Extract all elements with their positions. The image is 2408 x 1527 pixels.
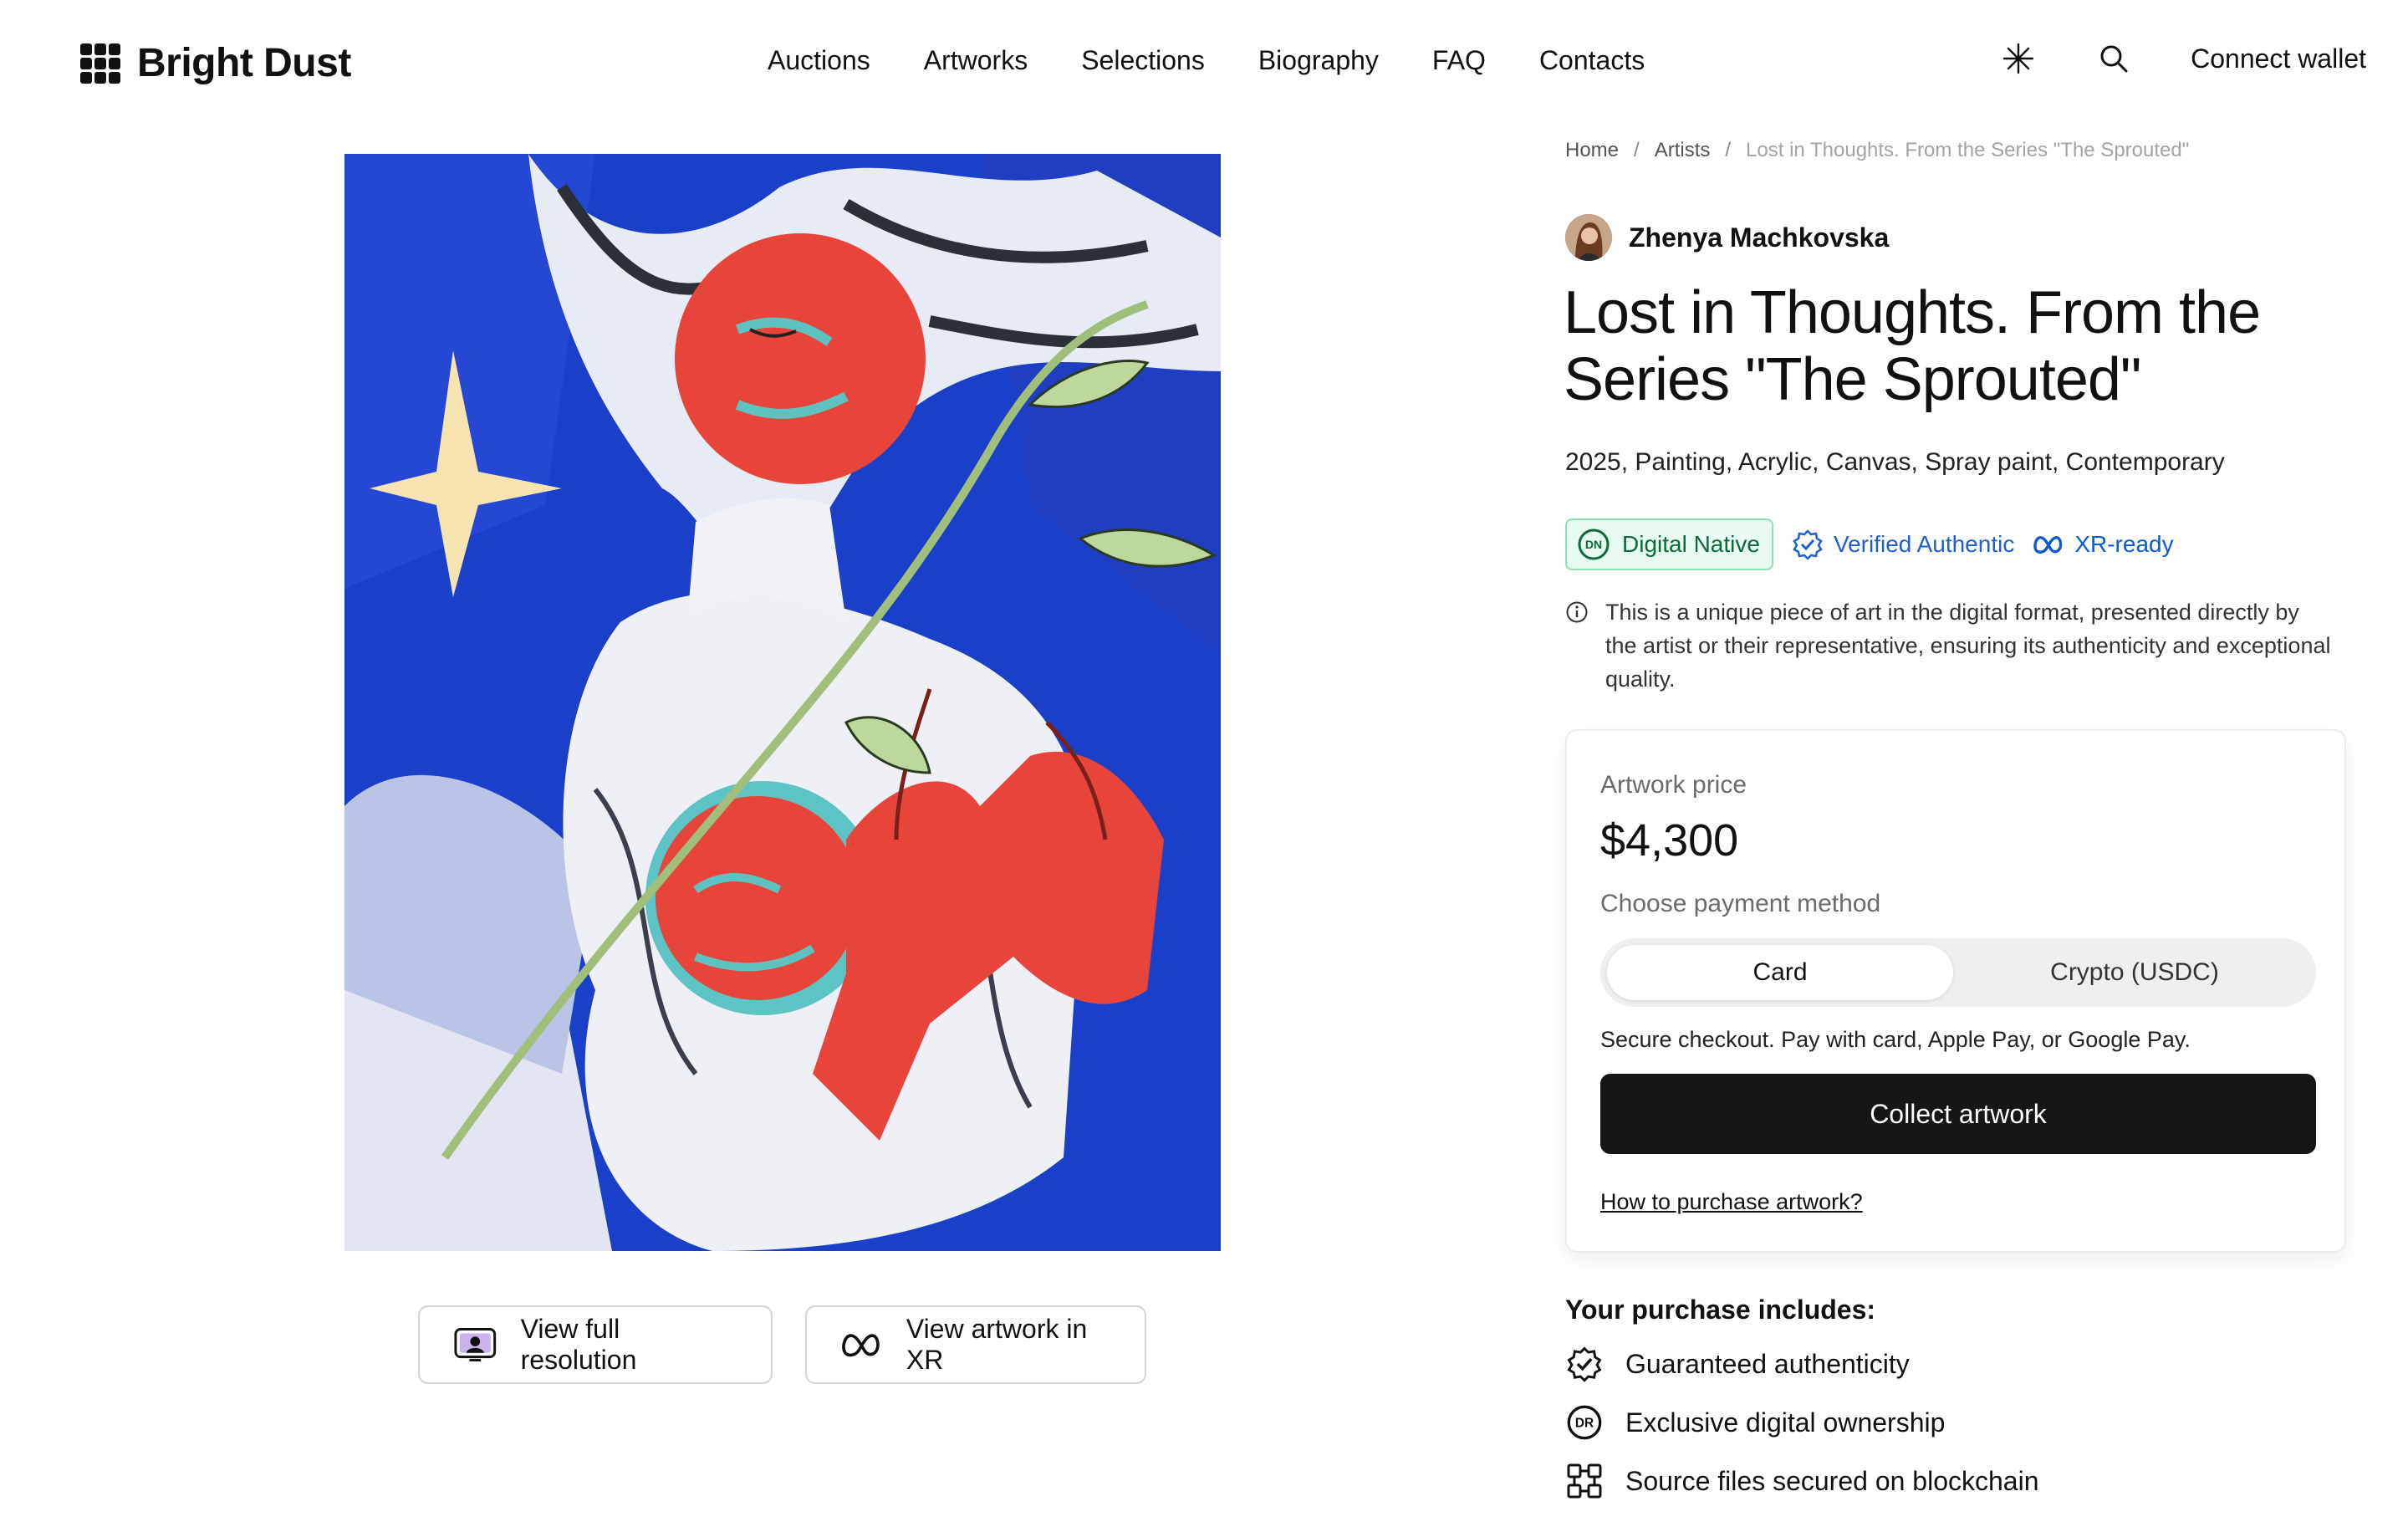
artwork-meta: 2025, Painting, Acrylic, Canvas, Spray p…: [1565, 448, 2225, 476]
brand-logo[interactable]: Bright Dust: [80, 40, 351, 86]
logo-mark-icon: [80, 43, 120, 84]
meta-infinity-icon: [2033, 536, 2063, 554]
artwork-image[interactable]: [344, 154, 1221, 1251]
digital-format-note: This is a unique piece of art in the dig…: [1565, 595, 2334, 696]
dr-mark: DR: [1575, 1417, 1594, 1431]
view-full-resolution-button[interactable]: View full resolution: [418, 1305, 773, 1384]
sparkle-icon[interactable]: [2000, 40, 2037, 77]
verified-authentic-label: Verified Authentic: [1833, 531, 2015, 557]
dn-icon: DN: [1578, 529, 1610, 560]
artwork-title: Lost in Thoughts. From the Series "The S…: [1564, 279, 2261, 413]
payment-method-toggle: Card Crypto (USDC): [1600, 938, 2316, 1007]
connect-wallet-button[interactable]: Connect wallet: [2191, 43, 2366, 74]
fullscreen-viewer-icon: [454, 1328, 497, 1361]
include-blockchain: Source files secured on blockchain: [1625, 1465, 2039, 1496]
view-in-xr-label: View artwork in XR: [906, 1314, 1088, 1375]
price-label: Artwork price: [1600, 771, 1747, 799]
purchase-includes-list: Guaranteed authenticity DR Exclusive dig…: [1565, 1345, 2039, 1500]
list-item: Source files secured on blockchain: [1565, 1462, 2039, 1500]
verified-badge-icon: [1565, 1345, 1604, 1383]
header-actions: Connect wallet: [2000, 40, 2366, 77]
artwork-badges: DN Digital Native Verified Authentic XR-…: [1565, 518, 2174, 570]
breadcrumb-separator: /: [1634, 139, 1640, 161]
collect-artwork-button[interactable]: Collect artwork: [1600, 1074, 2316, 1154]
digital-native-badge: DN Digital Native: [1565, 518, 1773, 570]
main-nav: Auctions Artworks Selections Biography F…: [768, 45, 1645, 76]
xr-ready-badge: XR-ready: [2033, 531, 2174, 558]
digital-format-text: This is a unique piece of art in the dig…: [1605, 600, 2331, 692]
breadcrumb: Home / Artists / Lost in Thoughts. From …: [1565, 139, 2189, 162]
artwork-price: $4,300: [1600, 815, 1739, 866]
payment-option-crypto[interactable]: Crypto (USDC): [1960, 945, 2309, 1000]
artist-name: Zhenya Machkovska: [1629, 222, 1890, 253]
digital-native-label: Digital Native: [1622, 531, 1760, 557]
meta-infinity-icon: [842, 1334, 880, 1357]
purchase-card: Artwork price $4,300 Choose payment meth…: [1565, 729, 2346, 1253]
breadcrumb-current: Lost in Thoughts. From the Series "The S…: [1746, 139, 2190, 161]
xr-ready-label: XR-ready: [2074, 531, 2174, 557]
payment-option-card[interactable]: Card: [1607, 945, 1953, 1000]
payment-method-label: Choose payment method: [1600, 890, 1881, 917]
nav-auctions[interactable]: Auctions: [768, 45, 870, 76]
include-ownership: Exclusive digital ownership: [1625, 1407, 1946, 1438]
dr-icon: DR: [1565, 1403, 1604, 1442]
artist-avatar: [1565, 214, 1612, 261]
breadcrumb-separator: /: [1725, 139, 1732, 161]
nav-contacts[interactable]: Contacts: [1539, 45, 1645, 76]
secure-checkout-text: Secure checkout. Pay with card, Apple Pa…: [1600, 1027, 2191, 1052]
include-authenticity: Guaranteed authenticity: [1625, 1348, 1910, 1379]
nav-faq[interactable]: FAQ: [1432, 45, 1486, 76]
purchase-includes-title: Your purchase includes:: [1565, 1295, 1876, 1325]
nav-biography[interactable]: Biography: [1258, 45, 1379, 76]
nav-selections[interactable]: Selections: [1081, 45, 1205, 76]
verified-badge-icon: [1793, 529, 1823, 560]
verified-authentic-badge: Verified Authentic: [1792, 529, 2014, 560]
artist-link[interactable]: Zhenya Machkovska: [1565, 214, 1889, 261]
brand-name: Bright Dust: [137, 41, 351, 85]
info-icon: [1566, 601, 1588, 623]
view-full-resolution-label: View full resolution: [520, 1314, 637, 1375]
list-item: DR Exclusive digital ownership: [1565, 1403, 2039, 1442]
dn-mark: DN: [1585, 538, 1602, 551]
search-icon[interactable]: [2095, 40, 2132, 77]
list-item: Guaranteed authenticity: [1565, 1345, 2039, 1383]
nav-artworks[interactable]: Artworks: [924, 45, 1028, 76]
how-to-purchase-link[interactable]: How to purchase artwork?: [1600, 1189, 1863, 1215]
breadcrumb-artists[interactable]: Artists: [1655, 139, 1711, 162]
blockchain-icon: [1565, 1462, 1604, 1500]
view-in-xr-button[interactable]: View artwork in XR: [805, 1305, 1146, 1384]
breadcrumb-home[interactable]: Home: [1565, 139, 1619, 162]
